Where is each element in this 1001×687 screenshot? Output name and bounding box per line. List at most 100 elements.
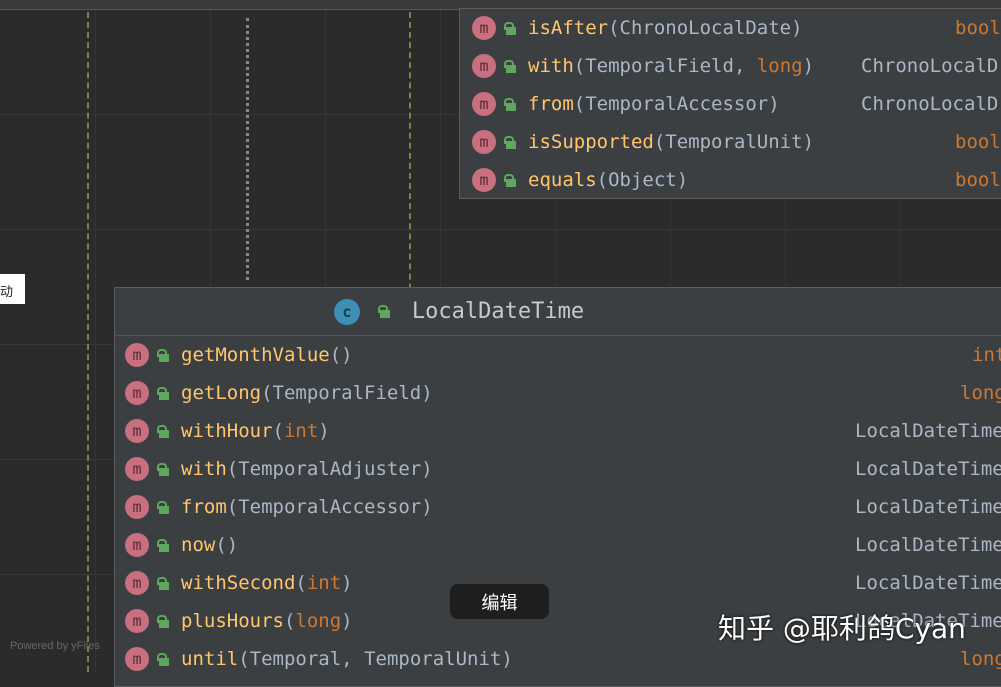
- param-type: int: [283, 420, 319, 442]
- paren: (: [295, 572, 307, 594]
- method-name: getMonthValue: [181, 344, 330, 366]
- method-row[interactable]: m isSupported(TemporalUnit) bool: [460, 123, 1001, 161]
- class-header: c LocalDateTime: [115, 288, 1001, 336]
- powered-by-label: Powered by yFiles: [10, 640, 100, 652]
- method-name: plusHours: [181, 610, 284, 632]
- param-type: TemporalAdjuster: [238, 458, 422, 480]
- paren: ): [802, 131, 815, 153]
- watermark: 知乎 @耶利鸽Cyan: [718, 612, 966, 645]
- method-row[interactable]: m with(TemporalField, long) ChronoLocalD: [460, 47, 1001, 85]
- paren: ): [341, 344, 353, 366]
- method-row[interactable]: m withSecond(int) LocalDateTime: [115, 564, 1001, 602]
- return-type: bool: [955, 131, 1001, 153]
- edit-button[interactable]: 编辑: [450, 584, 549, 619]
- param-type: TemporalAccessor: [585, 93, 769, 115]
- paren: ): [676, 169, 689, 191]
- return-type: long: [960, 382, 1001, 404]
- method-name: with: [528, 55, 574, 77]
- public-lock-icon: [504, 135, 516, 149]
- method-row[interactable]: m withHour(int) LocalDateTime: [115, 412, 1001, 450]
- public-lock-icon: [504, 59, 516, 73]
- return-type: ChronoLocalD: [861, 55, 999, 77]
- return-type: ChronoLocalD: [861, 93, 999, 115]
- paren: (: [573, 93, 586, 115]
- method-icon: m: [125, 343, 149, 367]
- public-lock-icon: [377, 305, 390, 318]
- return-type: LocalDateTime: [855, 496, 1001, 518]
- return-type: int: [972, 344, 1001, 366]
- paren: ): [226, 534, 239, 556]
- method-row[interactable]: m getMonthValue() int: [115, 336, 1001, 374]
- method-row[interactable]: m now() LocalDateTime: [115, 526, 1001, 564]
- method-row[interactable]: m getLong(TemporalField) long: [115, 374, 1001, 412]
- method-name: isSupported: [528, 131, 654, 153]
- paren: ): [791, 17, 803, 39]
- paren: (: [329, 344, 342, 366]
- method-name: withSecond: [181, 572, 296, 594]
- paren: ): [341, 610, 353, 632]
- param-type: TemporalAccessor: [238, 496, 422, 518]
- method-name: equals: [528, 169, 597, 191]
- method-row[interactable]: m from(TemporalAccessor) LocalDateTime: [115, 488, 1001, 526]
- method-row[interactable]: m with(TemporalAdjuster) LocalDateTime: [115, 450, 1001, 488]
- method-name: now: [181, 534, 216, 556]
- public-lock-icon: [157, 652, 169, 666]
- return-type: bool: [955, 169, 1001, 191]
- paren: (: [215, 534, 227, 556]
- param-type: Object: [608, 169, 677, 191]
- method-row[interactable]: m equals(Object) bool: [460, 161, 1001, 199]
- return-type: LocalDateTime: [855, 420, 1001, 442]
- paren: (: [272, 420, 284, 442]
- method-name: from: [181, 496, 227, 518]
- paren: ): [421, 382, 433, 404]
- paren: ): [341, 572, 353, 594]
- public-lock-icon: [504, 97, 516, 111]
- return-type: LocalDateTime: [855, 458, 1001, 480]
- method-icon: m: [125, 457, 149, 481]
- paren: ): [768, 93, 780, 115]
- paren: (: [238, 648, 250, 670]
- method-row[interactable]: m isAfter(ChronoLocalDate) bool: [460, 9, 1001, 47]
- public-lock-icon: [157, 538, 169, 552]
- class-icon: c: [333, 298, 360, 325]
- method-icon: m: [472, 16, 496, 40]
- paren: ): [802, 55, 815, 77]
- method-name: with: [181, 458, 227, 480]
- param-type: TemporalUnit: [665, 131, 803, 153]
- paren: (: [226, 496, 239, 518]
- method-icon: m: [125, 647, 149, 671]
- param-type: ChronoLocalDate: [619, 17, 792, 39]
- method-icon: m: [125, 381, 149, 405]
- paren: ): [318, 420, 330, 442]
- method-icon: m: [125, 609, 149, 633]
- public-lock-icon: [157, 462, 169, 476]
- method-name: getLong: [181, 382, 262, 404]
- return-type: LocalDateTime: [855, 534, 1001, 556]
- public-lock-icon: [157, 614, 169, 628]
- method-icon: m: [472, 54, 496, 78]
- method-name: isAfter: [528, 17, 609, 39]
- paren: (: [283, 610, 296, 632]
- method-icon: m: [125, 419, 149, 443]
- paren: (: [226, 458, 239, 480]
- method-icon: m: [125, 571, 149, 595]
- lifeline-dotted: [246, 18, 249, 280]
- method-name: from: [528, 93, 574, 115]
- method-list-popup: m isAfter(ChronoLocalDate) bool m with(Tempo…: [459, 8, 1001, 199]
- method-row[interactable]: m from(TemporalAccessor) ChronoLocalD: [460, 85, 1001, 123]
- lifeline: [87, 12, 89, 672]
- method-icon: m: [472, 130, 496, 154]
- paren: (: [608, 17, 620, 39]
- param-type: int: [306, 572, 342, 594]
- return-type: long: [960, 648, 1001, 670]
- public-lock-icon: [504, 173, 516, 187]
- public-lock-icon: [157, 500, 169, 514]
- param-type: long: [756, 55, 803, 77]
- paren: (: [596, 169, 609, 191]
- paren: (: [261, 382, 273, 404]
- side-label: 动: [0, 274, 25, 304]
- public-lock-icon: [157, 576, 169, 590]
- paren: ): [501, 648, 513, 670]
- comma: ,: [341, 648, 365, 670]
- method-icon: m: [472, 168, 496, 192]
